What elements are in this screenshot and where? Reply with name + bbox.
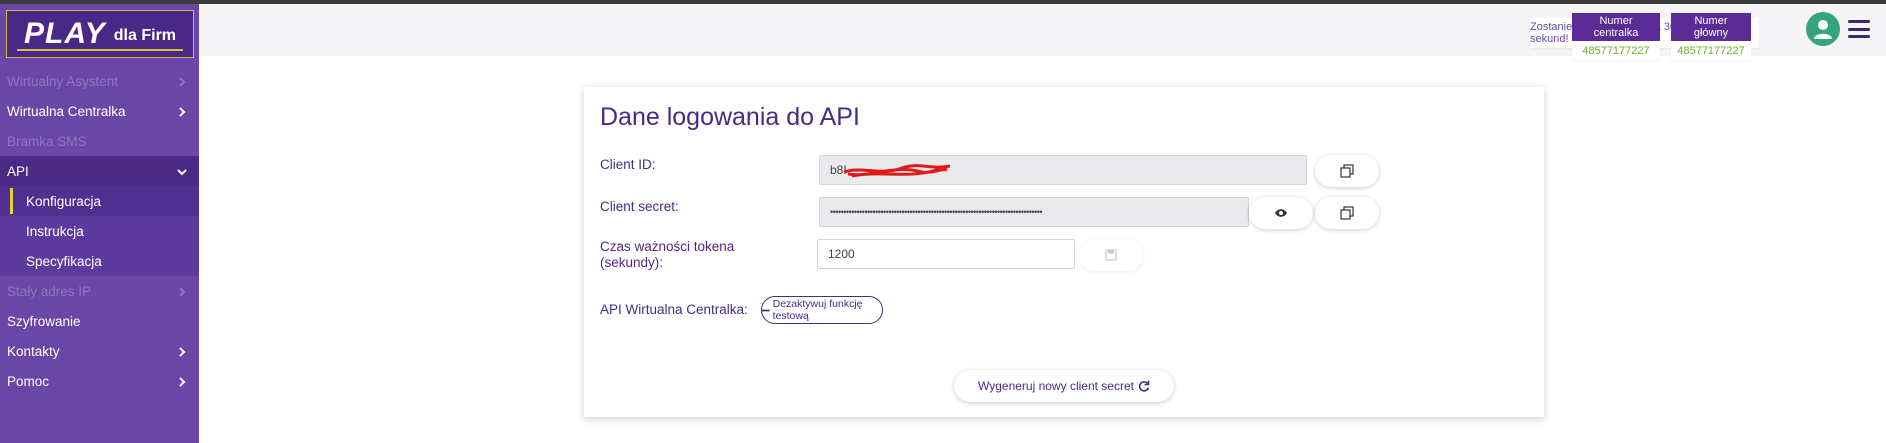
numer-centralka-value: 48577177227 <box>1582 45 1650 57</box>
show-secret-button[interactable] <box>1249 197 1313 229</box>
copy-icon <box>1340 164 1354 178</box>
sidebar-item-kontakty[interactable]: Kontakty <box>0 336 199 366</box>
sidebar-item-label: Kontakty <box>7 343 60 359</box>
sidebar-subitem-konfiguracja[interactable]: Konfiguracja <box>0 186 199 216</box>
minus-icon <box>762 309 770 311</box>
sidebar-item-bramka-sms[interactable]: Bramka SMS <box>0 126 199 156</box>
copy-client-id-button[interactable] <box>1315 155 1379 187</box>
numer-centralka-box: Numer centralka 48577177227 <box>1572 13 1660 60</box>
deactivate-test-button[interactable]: Dezaktywuj funkcję testową <box>761 296 883 324</box>
client-id-field[interactable]: b8I <box>819 155 1307 185</box>
token-lifetime-value: 1200 <box>828 247 855 261</box>
sidebar-item-api[interactable]: API <box>0 156 199 186</box>
numer-centralka-label: Numer centralka <box>1572 13 1660 41</box>
sidebar-item-label: Szyfrowanie <box>7 313 81 329</box>
chevron-right-icon <box>179 107 186 117</box>
sidebar-subitem-label: Specyfikacja <box>26 253 102 269</box>
logo-underline <box>17 49 183 51</box>
numer-glowny-label: Numer główny <box>1671 13 1751 41</box>
refresh-icon <box>1138 380 1150 392</box>
sidebar-subitem-instrukcja[interactable]: Instrukcja <box>0 216 199 246</box>
api-submenu: Konfiguracja Instrukcja Specyfikacja <box>0 186 199 276</box>
generate-secret-label: Wygeneruj nowy client secret <box>978 379 1134 393</box>
sidebar-item-wirtualna-centralka[interactable]: Wirtualna Centralka <box>0 96 199 126</box>
deactivate-test-label: Dezaktywuj funkcję testową <box>772 298 863 322</box>
sidebar-item-staly-adres-ip[interactable]: Stały adres IP <box>0 276 199 306</box>
chevron-right-icon <box>179 287 186 297</box>
sidebar-item-label: Pomoc <box>7 373 50 389</box>
chevron-down-icon <box>177 169 187 176</box>
sidebar-item-label: Wirtualny Asystent <box>7 73 119 89</box>
copy-client-secret-button[interactable] <box>1315 197 1379 229</box>
sidebar-item-pomoc[interactable]: Pomoc <box>0 366 199 396</box>
logo-suffix: dla Firm <box>113 27 177 44</box>
sidebar-item-label: Wirtualna Centralka <box>7 103 126 119</box>
sidebar-item-wirtualny-asystent[interactable]: Wirtualny Asystent <box>0 66 199 96</box>
chevron-right-icon <box>179 377 186 387</box>
sidebar: PLAY dla Firm Wirtualny Asystent Wirtual… <box>0 4 199 443</box>
token-label-line2: (sekundy): <box>600 255 664 270</box>
card-title: Dane logowania do API <box>600 103 860 131</box>
api-centralka-label: API Wirtualna Centralka: <box>600 302 748 317</box>
sidebar-nav: Wirtualny Asystent Wirtualna Centralka B… <box>0 66 199 396</box>
token-label: Czas ważności tokena (sekundy): <box>600 239 734 271</box>
copy-icon <box>1340 206 1354 220</box>
token-label-line1: Czas ważności tokena <box>600 239 735 254</box>
sidebar-item-label: Bramka SMS <box>7 133 87 149</box>
user-avatar[interactable] <box>1806 12 1840 46</box>
eye-icon <box>1275 209 1287 217</box>
redaction-scribble <box>843 164 951 178</box>
logo-brand: PLAY <box>23 17 106 50</box>
chevron-right-icon <box>179 77 186 87</box>
token-lifetime-input[interactable]: 1200 <box>817 239 1075 269</box>
client-id-label: Client ID: <box>600 157 656 172</box>
play-logo[interactable]: PLAY dla Firm <box>6 10 194 58</box>
sidebar-subitem-label: Instrukcja <box>26 223 84 239</box>
save-icon <box>1105 249 1117 261</box>
generate-secret-button[interactable]: Wygeneruj nowy client secret <box>954 370 1174 402</box>
sidebar-item-label: Stały adres IP <box>7 283 92 299</box>
client-secret-value: ••••••••••••••••••••••••••••••••••••••••… <box>830 207 1043 217</box>
top-header: Zostaniesz wylogowany za 30 minut i 0 se… <box>199 4 1886 60</box>
sidebar-item-szyfrowanie[interactable]: Szyfrowanie <box>0 306 199 336</box>
save-token-button[interactable] <box>1079 239 1143 271</box>
client-secret-label: Client secret: <box>600 199 679 214</box>
numer-glowny-value: 48577177227 <box>1677 45 1745 57</box>
numer-glowny-box: Numer główny 48577177227 <box>1671 13 1751 60</box>
user-icon <box>1814 20 1832 39</box>
sidebar-subitem-label: Konfiguracja <box>26 193 102 209</box>
client-secret-field[interactable]: ••••••••••••••••••••••••••••••••••••••••… <box>819 197 1249 227</box>
hamburger-menu-icon[interactable] <box>1848 20 1870 38</box>
sidebar-subitem-specyfikacja[interactable]: Specyfikacja <box>0 246 199 276</box>
chevron-right-icon <box>179 347 186 357</box>
sidebar-item-label: API <box>7 163 29 179</box>
api-credentials-card: Dane logowania do API Client ID: b8I Cli… <box>584 87 1544 417</box>
